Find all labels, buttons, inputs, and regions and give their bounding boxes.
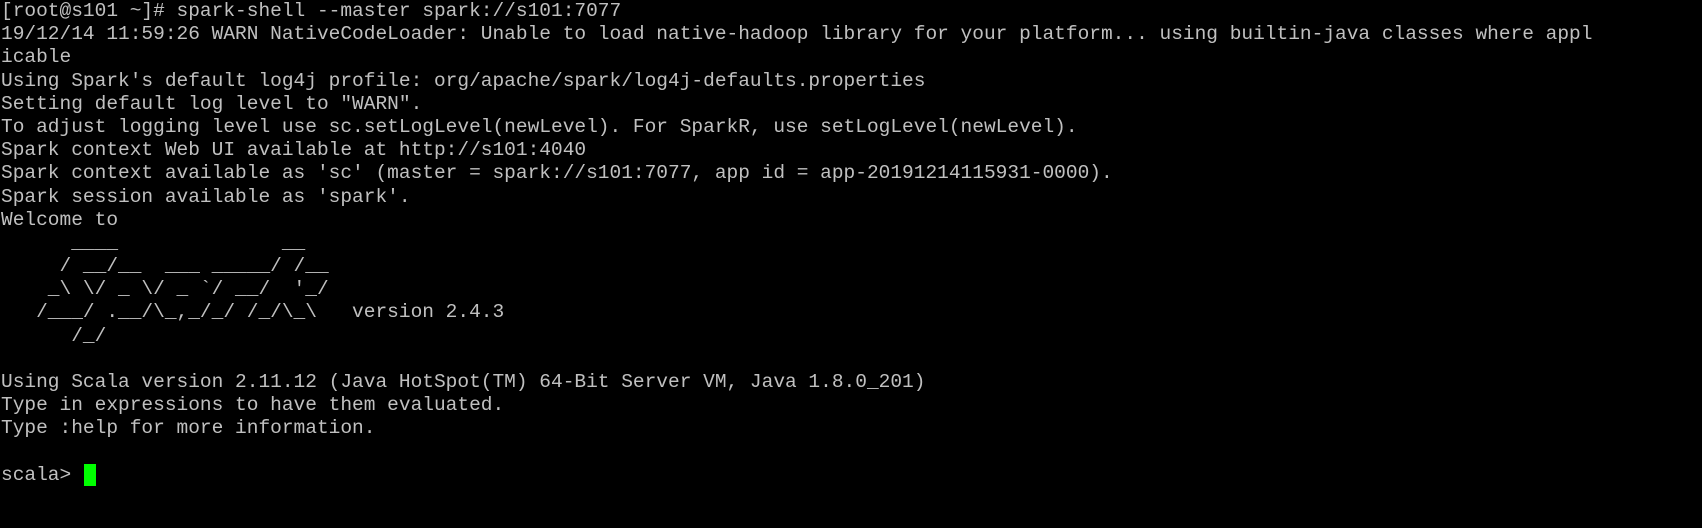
cursor-block[interactable] [83, 464, 96, 487]
spark-ascii-banner: ____ __ / __/__ ___ _____/ /__ _\ \/ _ \… [1, 232, 1702, 348]
banner-line: /_/ [1, 324, 107, 347]
scala-prompt-line[interactable]: scala> [1, 464, 1702, 487]
banner-version-line: /___/ .__/\_,_/_/ /_/\_\ version 2.4.3 [1, 301, 505, 324]
type-help-line: Type :help for more information. [1, 417, 376, 440]
spark-session-line: Spark session available as 'spark'. [1, 185, 411, 208]
welcome-line: Welcome to [1, 208, 119, 231]
warn-log-line: 19/12/14 11:59:26 WARN NativeCodeLoader:… [1, 23, 1593, 46]
scala-prompt: scala> [1, 463, 83, 486]
web-ui-line: Spark context Web UI available at http:/… [1, 139, 587, 162]
banner-line: ____ __ [1, 231, 306, 254]
banner-line: / __/__ ___ _____/ /__ [1, 255, 329, 278]
command-line: [root@s101 ~]# spark-shell --master spar… [1, 0, 622, 22]
spark-context-line: Spark context available as 'sc' (master … [1, 162, 1113, 185]
warn-log-line-wrap: icable [1, 46, 72, 69]
terminal-window[interactable]: [root@s101 ~]# spark-shell --master spar… [0, 0, 1702, 528]
banner-line: _\ \/ _ \/ _ `/ __/ '_/ [1, 278, 329, 301]
scala-version-line: Using Scala version 2.11.12 (Java HotSpo… [1, 371, 926, 393]
adjust-logging-line: To adjust logging level use sc.setLogLev… [1, 115, 1078, 138]
log4j-profile-line: Using Spark's default log4j profile: org… [1, 69, 926, 92]
log-level-line: Setting default log level to "WARN". [1, 92, 423, 115]
type-expressions-line: Type in expressions to have them evaluat… [1, 394, 505, 417]
